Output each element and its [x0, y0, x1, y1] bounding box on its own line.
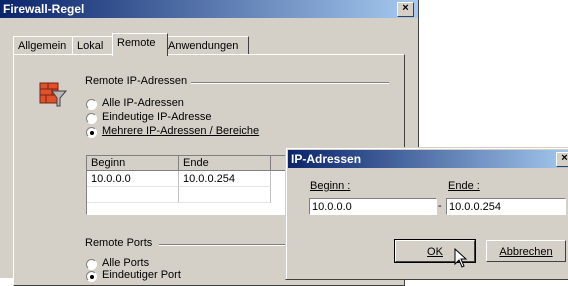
- column-header-begin[interactable]: Beginn: [87, 156, 179, 171]
- ip-address-dialog: IP-Adressen × Beginn : Ende : 10.0.0.0 -…: [285, 147, 568, 280]
- close-icon: ×: [402, 2, 409, 14]
- mouse-cursor-icon: [454, 248, 468, 268]
- tab-label: Allgemein: [18, 40, 67, 52]
- close-icon: ×: [561, 152, 568, 164]
- firewall-icon: [39, 82, 68, 107]
- column-header-end[interactable]: Ende: [179, 156, 271, 171]
- radio-all-ports-label: Alle Ports: [102, 257, 150, 269]
- radio-multiple-ip[interactable]: [86, 127, 97, 138]
- cancel-button[interactable]: Abbrechen: [486, 240, 566, 262]
- table-cell: [179, 187, 271, 203]
- end-label: Ende :: [448, 180, 480, 192]
- table-cell[interactable]: 10.0.0.0: [87, 171, 179, 187]
- window-titlebar: Firewall-Regel: [0, 0, 418, 18]
- header-label: Beginn: [91, 157, 126, 169]
- window-title: Firewall-Regel: [3, 2, 85, 16]
- remote-ip-group-label: Remote IP-Adressen: [85, 75, 188, 87]
- dialog-title: IP-Adressen: [291, 152, 362, 166]
- begin-label: Beginn :: [310, 180, 351, 192]
- cancel-label: Abbrechen: [499, 246, 553, 258]
- tab-label: Anwendungen: [168, 40, 239, 52]
- table-cell: [87, 187, 179, 203]
- ok-label: OK: [427, 246, 443, 258]
- tab-label: Lokal: [77, 40, 104, 52]
- dialog-titlebar: IP-Adressen: [288, 150, 568, 168]
- begin-ip-input[interactable]: 10.0.0.0: [309, 198, 437, 215]
- radio-all-ports[interactable]: [86, 259, 97, 270]
- radio-all-ip-label: Alle IP-Adressen: [102, 97, 184, 109]
- group-divider: [191, 82, 389, 84]
- remote-ports-group-label: Remote Ports: [85, 237, 153, 249]
- radio-single-ip-label: Eindeutige IP-Adresse: [102, 111, 212, 123]
- header-label: Ende: [183, 157, 209, 169]
- radio-single-port-label: Eindeutiger Port: [102, 269, 181, 281]
- tab-lokal[interactable]: Lokal: [72, 36, 114, 55]
- radio-single-port[interactable]: [86, 271, 97, 282]
- tab-allgemein[interactable]: Allgemein: [13, 36, 74, 55]
- radio-all-ip[interactable]: [86, 99, 97, 110]
- tab-anwendungen[interactable]: Anwendungen: [163, 36, 249, 55]
- table-cell[interactable]: 10.0.0.254: [179, 171, 271, 187]
- range-separator: -: [438, 200, 442, 212]
- close-button[interactable]: ×: [397, 2, 414, 17]
- radio-multiple-ip-label: Mehrere IP-Adressen / Bereiche: [102, 125, 260, 137]
- tab-label: Remote: [117, 37, 156, 49]
- end-ip-input[interactable]: 10.0.0.254: [446, 198, 566, 215]
- tab-remote[interactable]: Remote: [112, 33, 168, 56]
- radio-single-ip[interactable]: [86, 113, 97, 124]
- dialog-close-button[interactable]: ×: [556, 152, 568, 167]
